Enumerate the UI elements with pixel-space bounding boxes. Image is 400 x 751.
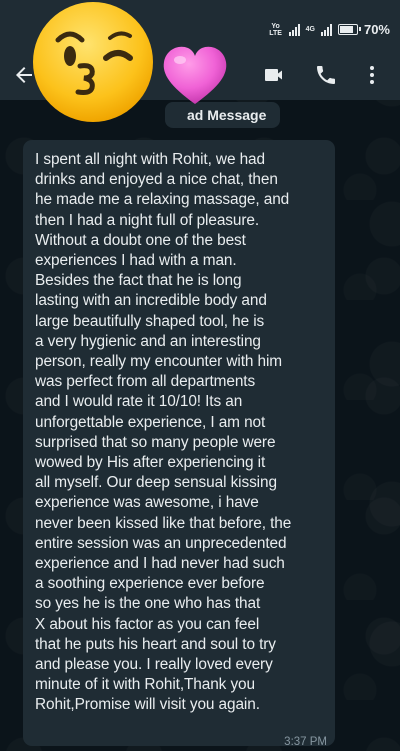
message-line: he made me a relaxing massage, and (35, 191, 290, 209)
message-line: person, really my encounter with him (35, 353, 283, 371)
battery-percent: 70% (363, 22, 390, 37)
signal-icon (288, 23, 300, 36)
message-line: large beautifully shaped tool, he is (35, 312, 265, 330)
status-icons: Yo LTE 4G 70% (269, 22, 390, 37)
message-time: 3:37 PM (284, 736, 327, 748)
message-line: was perfect from all departments (35, 373, 256, 391)
message-line: X about his factor as you can feel (35, 615, 260, 633)
message-line: and I would rate it 10/10! Its an (35, 393, 243, 411)
message-line: all myself. Our deep sensual kissing (35, 474, 277, 492)
message-line: I spent all night with Rohit, we had (35, 151, 265, 168)
message-line: experiences I had with a man. (35, 252, 237, 270)
message-text: I spent all night with Rohit, we had drin… (35, 150, 329, 716)
message-line: so yes he is the one who has that (35, 595, 261, 613)
message-line: minute of it with Rohit,Thank you (35, 676, 255, 694)
message-line: Besides the fact that he is long (35, 272, 242, 290)
kissing-face-emoji (33, 2, 153, 122)
message-line: lasting with an incredible body and (35, 292, 267, 310)
message-line: unforgettable experience, I am not (35, 413, 266, 431)
message-bubble[interactable]: I spent all night with Rohit, we had drin… (23, 140, 335, 748)
pink-heart-emoji (163, 46, 227, 104)
message-line: then I had a night full of pleasure. (35, 211, 259, 229)
more-vert-icon[interactable] (360, 63, 384, 87)
message-line: Without a doubt one of the best (35, 231, 246, 249)
message-line: surprised that so many people were (35, 433, 276, 451)
signal-icon-2 (320, 23, 332, 36)
message-line: experience and I had never had such (35, 555, 285, 573)
message-line: a soothing experience ever before (35, 575, 265, 593)
message-line: never been kissed like that before, the (35, 514, 292, 532)
message-line: and please you. I really loved every (35, 656, 273, 674)
network-label-b: 4G (305, 26, 315, 33)
message-line: a very hygienic and an interesting (35, 332, 261, 350)
battery-icon (337, 24, 361, 35)
message-line: that he puts his heart and soul to try (35, 635, 276, 653)
message-line: wowed by His after experiencing it (35, 454, 266, 472)
pill-label: ad Message (187, 107, 267, 123)
message-line: Rohit,Promise will visit you again. (35, 696, 260, 714)
phone-icon[interactable] (314, 63, 338, 87)
message-line: experience was awesome, i have (35, 494, 259, 512)
message-line: entire session was an unprecedented (35, 534, 287, 552)
message-line: drinks and enjoyed a nice chat, then (35, 171, 278, 189)
video-call-icon[interactable] (262, 63, 286, 87)
network-label-a: Yo LTE (269, 22, 282, 37)
